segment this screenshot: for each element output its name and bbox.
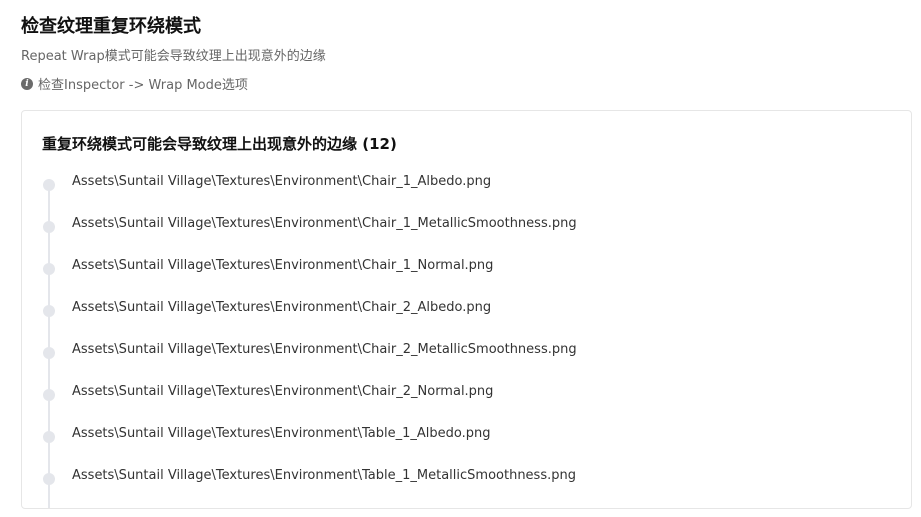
list-item: Assets\Suntail Village\Textures\Environm… — [22, 341, 882, 383]
list-item: Assets\Suntail Village\Textures\Environm… — [22, 257, 882, 299]
info-circle-icon: i — [21, 77, 33, 90]
card-title: 重复环绕模式可能会导致纹理上出现意外的边缘 (12) — [42, 135, 397, 153]
file-path: Assets\Suntail Village\Textures\Environm… — [72, 174, 492, 189]
timeline-dot-icon — [43, 473, 55, 485]
file-path: Assets\Suntail Village\Textures\Environm… — [72, 384, 494, 399]
timeline-dot-icon — [43, 179, 55, 191]
list-item: Assets\Suntail Village\Textures\Environm… — [22, 215, 882, 257]
hint-row: i 检查Inspector -> Wrap Mode选项 — [21, 74, 248, 93]
list-item: Assets\Suntail Village\Textures\Environm… — [22, 425, 882, 467]
page: 检查纹理重复环绕模式 Repeat Wrap模式可能会导致纹理上出现意外的边缘 … — [0, 0, 921, 517]
file-path: Assets\Suntail Village\Textures\Environm… — [72, 300, 492, 315]
list-item: Assets\Suntail Village\Textures\Environm… — [22, 383, 882, 425]
timeline-dot-icon — [43, 263, 55, 275]
list-item: Assets\Suntail Village\Textures\Environm… — [22, 173, 882, 215]
file-path: Assets\Suntail Village\Textures\Environm… — [72, 258, 494, 273]
timeline-dot-icon — [43, 389, 55, 401]
timeline-dot-icon — [43, 305, 55, 317]
file-path: Assets\Suntail Village\Textures\Environm… — [72, 342, 577, 357]
list-item: Assets\Suntail Village\Textures\Environm… — [22, 299, 882, 341]
page-title: 检查纹理重复环绕模式 — [21, 16, 201, 37]
list-item: Assets\Suntail Village\Textures\Environm… — [22, 467, 882, 508]
page-subtitle: Repeat Wrap模式可能会导致纹理上出现意外的边缘 — [21, 49, 326, 64]
hint-text: 检查Inspector -> Wrap Mode选项 — [38, 78, 248, 93]
file-path: Assets\Suntail Village\Textures\Environm… — [72, 426, 491, 441]
file-path: Assets\Suntail Village\Textures\Environm… — [72, 216, 577, 231]
file-list: Assets\Suntail Village\Textures\Environm… — [22, 173, 882, 508]
timeline-dot-icon — [43, 221, 55, 233]
results-card: 重复环绕模式可能会导致纹理上出现意外的边缘 (12) Assets\Suntai… — [21, 110, 912, 509]
file-path: Assets\Suntail Village\Textures\Environm… — [72, 468, 576, 483]
timeline-dot-icon — [43, 431, 55, 443]
timeline-dot-icon — [43, 347, 55, 359]
